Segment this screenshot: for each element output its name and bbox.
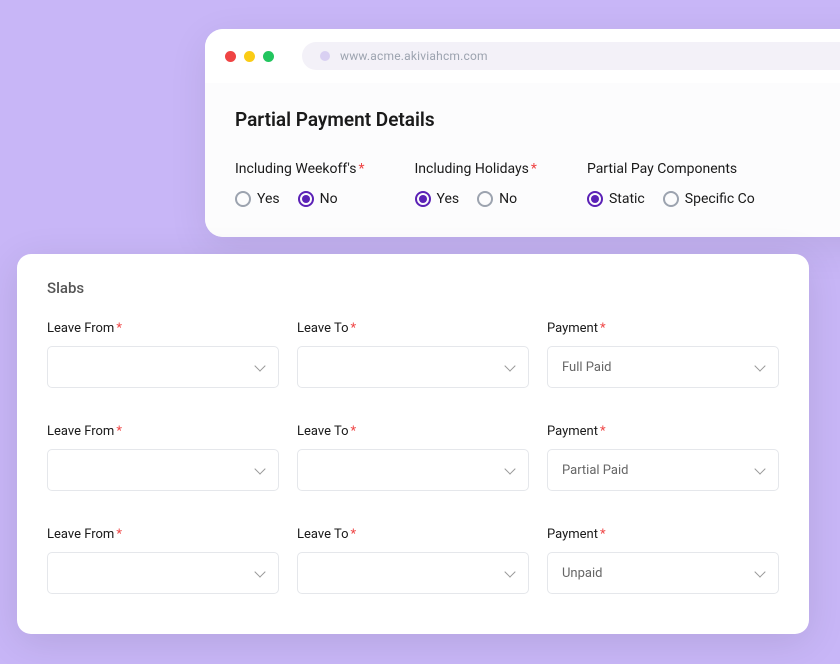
payment-field: Payment* Partial Paid — [547, 424, 779, 491]
leave-to-select[interactable] — [297, 552, 529, 594]
url-text: www.acme.akiviahcm.com — [340, 49, 488, 63]
weekoffs-no[interactable]: No — [298, 191, 338, 207]
page-content: Partial Payment Details Including Weekof… — [205, 83, 840, 237]
close-window-button[interactable] — [225, 51, 236, 62]
components-options: Static Specific Co — [587, 191, 755, 207]
radio-icon — [663, 191, 679, 207]
chevron-down-icon — [754, 463, 765, 474]
browser-window: www.acme.akiviahcm.com Partial Payment D… — [205, 29, 840, 237]
payment-field: Payment* Unpaid — [547, 527, 779, 594]
chevron-down-icon — [754, 360, 765, 371]
chevron-down-icon — [504, 463, 515, 474]
payment-select[interactable]: Partial Paid — [547, 449, 779, 491]
field-label: Payment* — [547, 527, 779, 542]
chevron-down-icon — [254, 463, 265, 474]
radio-icon — [415, 191, 431, 207]
url-bar[interactable]: www.acme.akiviahcm.com — [302, 42, 840, 70]
holidays-yes[interactable]: Yes — [415, 191, 460, 207]
field-label: Leave To* — [297, 321, 529, 336]
slab-row: Leave From* Leave To* Payment* Unpaid — [47, 527, 779, 594]
holidays-label: Including Holidays* — [415, 161, 537, 177]
field-label: Leave To* — [297, 527, 529, 542]
slabs-card: Slabs Leave From* Leave To* Payment* Ful… — [17, 254, 809, 634]
browser-bar: www.acme.akiviahcm.com — [205, 29, 840, 83]
leave-to-select[interactable] — [297, 346, 529, 388]
field-label: Payment* — [547, 321, 779, 336]
radio-icon — [587, 191, 603, 207]
field-label: Leave From* — [47, 424, 279, 439]
chevron-down-icon — [504, 566, 515, 577]
chevron-down-icon — [254, 566, 265, 577]
leave-from-field: Leave From* — [47, 321, 279, 388]
weekoffs-group: Including Weekoff's* Yes No — [235, 161, 365, 207]
required-asterisk: * — [531, 161, 537, 177]
weekoffs-yes[interactable]: Yes — [235, 191, 280, 207]
chevron-down-icon — [254, 360, 265, 371]
components-static[interactable]: Static — [587, 191, 645, 207]
field-label: Leave From* — [47, 527, 279, 542]
weekoffs-label: Including Weekoff's* — [235, 161, 365, 177]
field-label: Leave To* — [297, 424, 529, 439]
leave-to-select[interactable] — [297, 449, 529, 491]
slab-row: Leave From* Leave To* Payment* Full Paid — [47, 321, 779, 388]
radio-icon — [477, 191, 493, 207]
radio-row: Including Weekoff's* Yes No Including Ho… — [235, 161, 840, 207]
weekoffs-options: Yes No — [235, 191, 365, 207]
holidays-group: Including Holidays* Yes No — [415, 161, 537, 207]
slab-row: Leave From* Leave To* Payment* Partial P… — [47, 424, 779, 491]
radio-icon — [298, 191, 314, 207]
components-group: Partial Pay Components Static Specific C… — [587, 161, 755, 207]
components-label: Partial Pay Components — [587, 161, 755, 177]
payment-select[interactable]: Unpaid — [547, 552, 779, 594]
maximize-window-button[interactable] — [263, 51, 274, 62]
leave-from-select[interactable] — [47, 449, 279, 491]
leave-from-field: Leave From* — [47, 424, 279, 491]
holidays-no[interactable]: No — [477, 191, 517, 207]
leave-to-field: Leave To* — [297, 321, 529, 388]
payment-select[interactable]: Full Paid — [547, 346, 779, 388]
chevron-down-icon — [754, 566, 765, 577]
required-asterisk: * — [358, 161, 364, 177]
url-indicator-icon — [320, 51, 330, 61]
page-title: Partial Payment Details — [235, 108, 840, 131]
slabs-title: Slabs — [47, 279, 779, 297]
leave-from-select[interactable] — [47, 552, 279, 594]
minimize-window-button[interactable] — [244, 51, 255, 62]
payment-field: Payment* Full Paid — [547, 321, 779, 388]
components-specific[interactable]: Specific Co — [663, 191, 755, 207]
field-label: Payment* — [547, 424, 779, 439]
leave-to-field: Leave To* — [297, 424, 529, 491]
holidays-options: Yes No — [415, 191, 537, 207]
leave-from-field: Leave From* — [47, 527, 279, 594]
leave-from-select[interactable] — [47, 346, 279, 388]
field-label: Leave From* — [47, 321, 279, 336]
chevron-down-icon — [504, 360, 515, 371]
radio-icon — [235, 191, 251, 207]
leave-to-field: Leave To* — [297, 527, 529, 594]
